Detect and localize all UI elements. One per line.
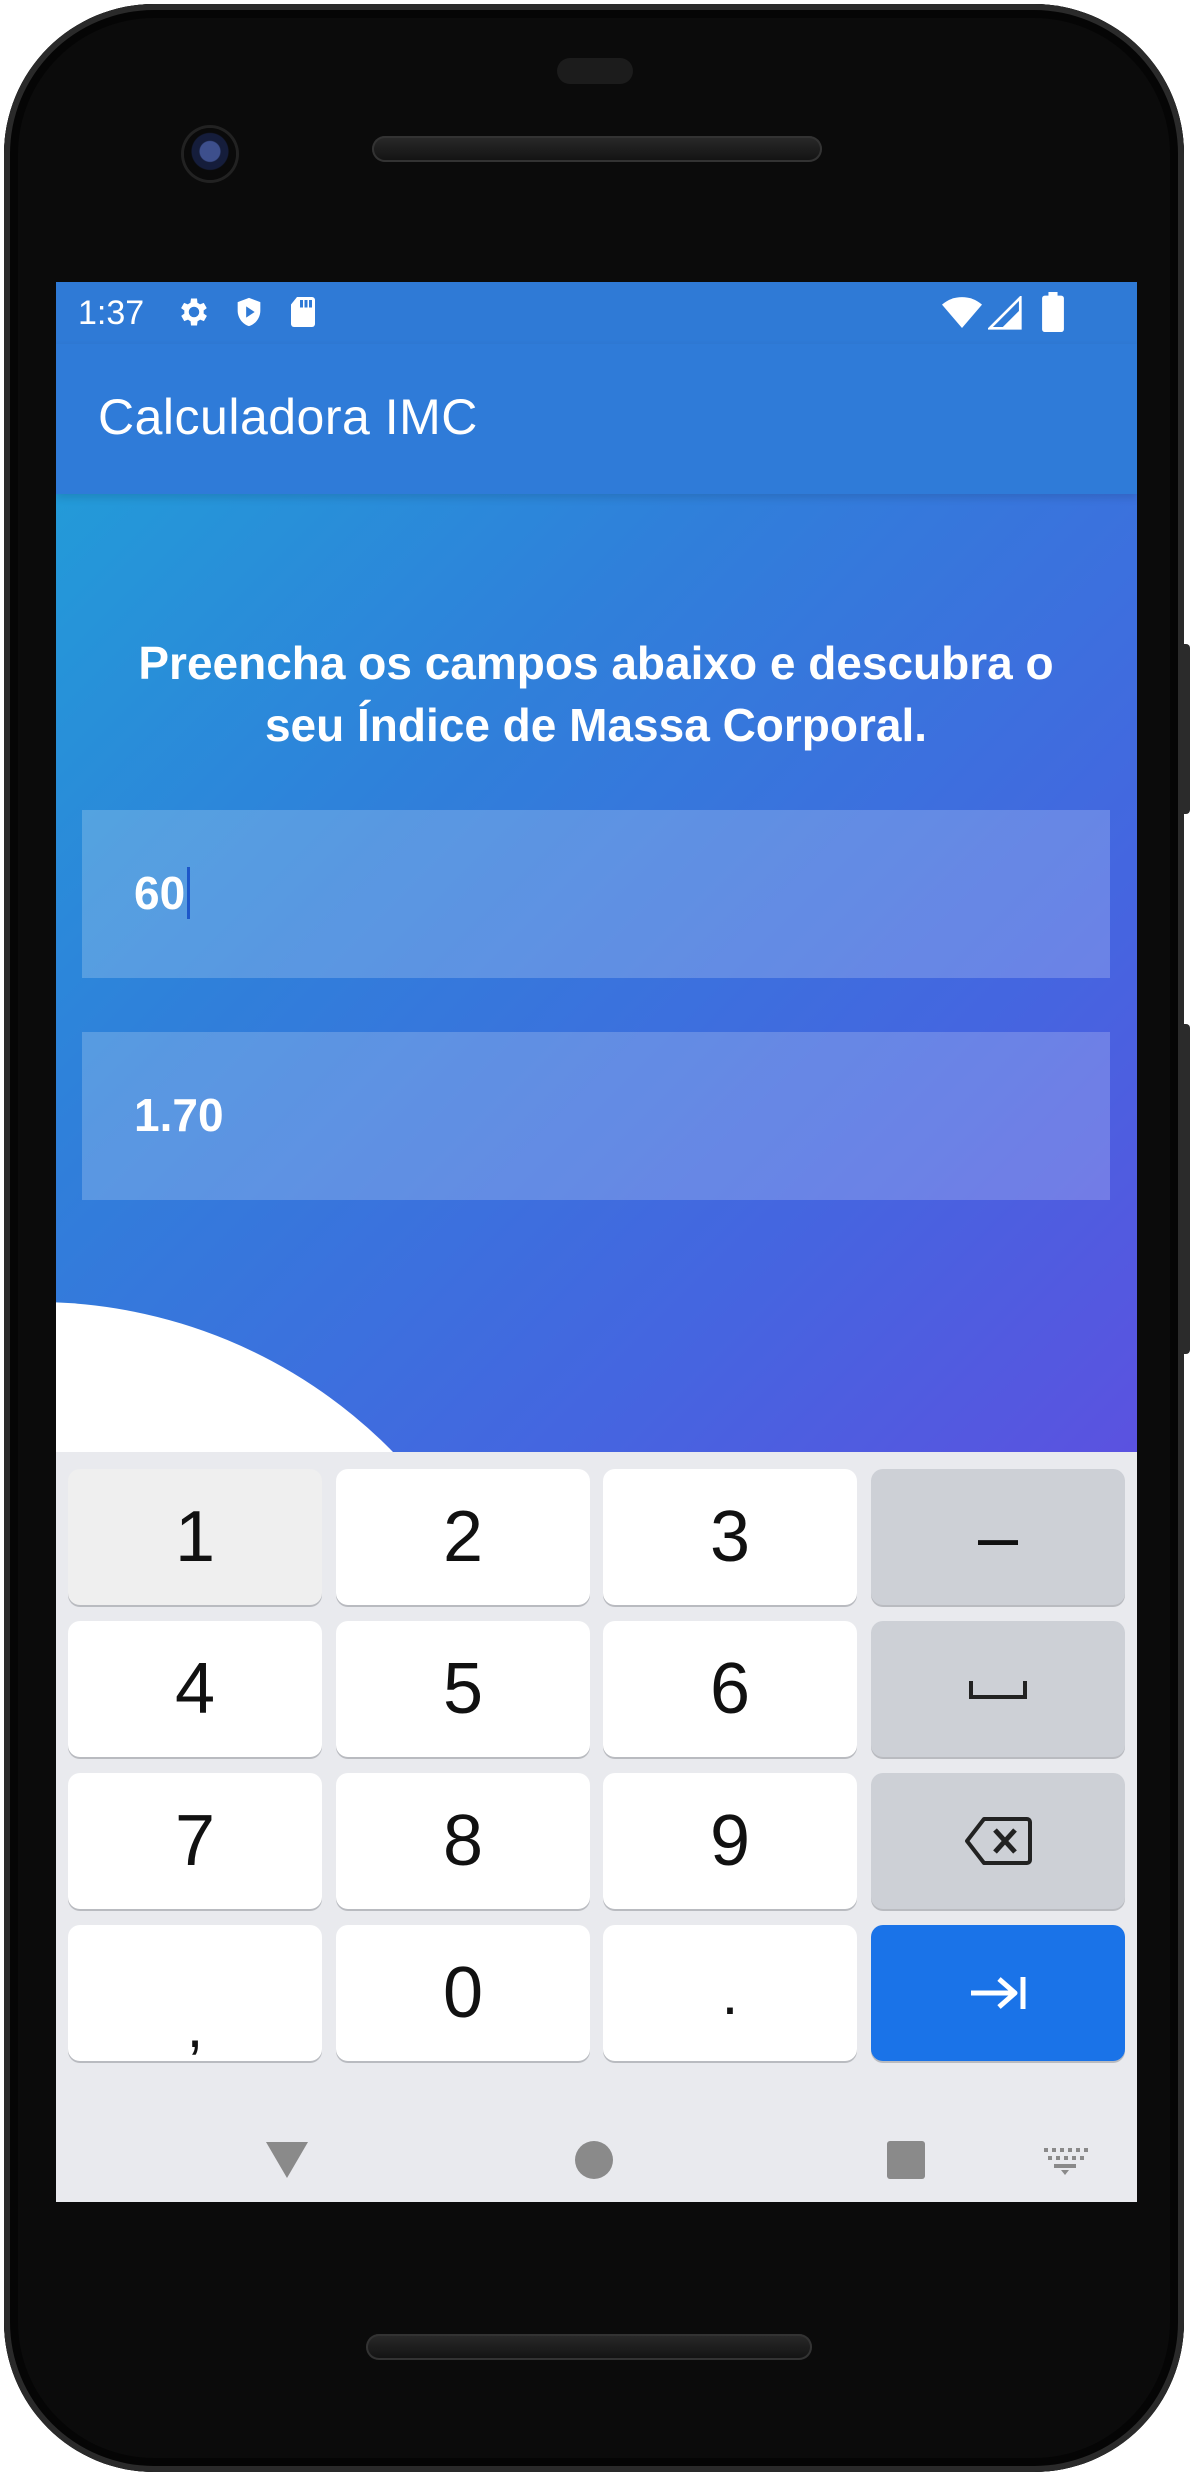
home-circle-icon[interactable] xyxy=(574,2140,614,2180)
phone-frame: 1:37 Calculadora IMC Preencha os campos … xyxy=(4,4,1190,2472)
bottom-speaker xyxy=(366,2334,812,2360)
space-bar-icon xyxy=(969,1681,1027,1699)
wifi-icon xyxy=(942,297,982,328)
backspace-icon xyxy=(965,1817,1032,1865)
key-6[interactable]: 6 xyxy=(603,1621,857,1757)
next-key[interactable] xyxy=(871,1925,1125,2061)
shield-play-icon xyxy=(237,297,261,327)
key-5[interactable]: 5 xyxy=(336,1621,590,1757)
text-cursor xyxy=(187,866,191,919)
app-bar: Calculadora IMC xyxy=(56,344,1137,494)
keyboard-switch-icon[interactable] xyxy=(1042,2146,1088,2176)
key-7[interactable]: 7 xyxy=(68,1773,322,1909)
key-9[interactable]: 9 xyxy=(603,1773,857,1909)
tab-next-icon xyxy=(971,1977,1026,2009)
key-0[interactable]: 0 xyxy=(336,1925,590,2061)
height-input-value[interactable]: 1.70 xyxy=(134,1088,224,1142)
recents-square-icon[interactable] xyxy=(886,2140,926,2180)
key-4[interactable]: 4 xyxy=(68,1621,322,1757)
screen: 1:37 Calculadora IMC Preencha os campos … xyxy=(56,282,1137,2202)
top-speaker xyxy=(372,136,822,162)
key-1[interactable]: 1 xyxy=(68,1469,322,1605)
app-title: Calculadora IMC xyxy=(98,389,478,445)
back-triangle-icon[interactable] xyxy=(264,2140,310,2180)
status-bar: 1:37 xyxy=(56,282,1137,344)
key-dot[interactable]: . xyxy=(603,1925,857,2061)
key-comma[interactable]: , xyxy=(68,1925,322,2061)
power-button xyxy=(1180,644,1190,814)
backspace-key[interactable] xyxy=(871,1773,1125,1909)
key-dash[interactable]: – xyxy=(871,1469,1125,1605)
numeric-keyboard: 1 2 3 – 4 5 6 7 8 9 , 0 . xyxy=(56,1452,1137,2202)
status-time: 1:37 xyxy=(78,294,145,332)
earpiece xyxy=(557,58,633,84)
weight-input[interactable]: 60 xyxy=(82,810,1110,978)
weight-input-value[interactable]: 60 xyxy=(134,866,191,923)
battery-icon xyxy=(1042,292,1064,332)
height-input[interactable]: 1.70 xyxy=(82,1032,1110,1200)
instructions-text: Preencha os campos abaixo e descubra o s… xyxy=(138,637,1054,751)
sd-card-icon xyxy=(291,297,315,327)
space-key[interactable] xyxy=(871,1621,1125,1757)
weight-value-text: 60 xyxy=(134,867,186,919)
cell-signal-icon xyxy=(988,296,1022,330)
key-2[interactable]: 2 xyxy=(336,1469,590,1605)
app-background: 1:37 Calculadora IMC Preencha os campos … xyxy=(56,282,1137,2202)
key-8[interactable]: 8 xyxy=(336,1773,590,1909)
volume-button xyxy=(1180,1024,1190,1354)
gear-icon xyxy=(181,298,207,326)
key-3[interactable]: 3 xyxy=(603,1469,857,1605)
front-camera xyxy=(184,128,236,180)
